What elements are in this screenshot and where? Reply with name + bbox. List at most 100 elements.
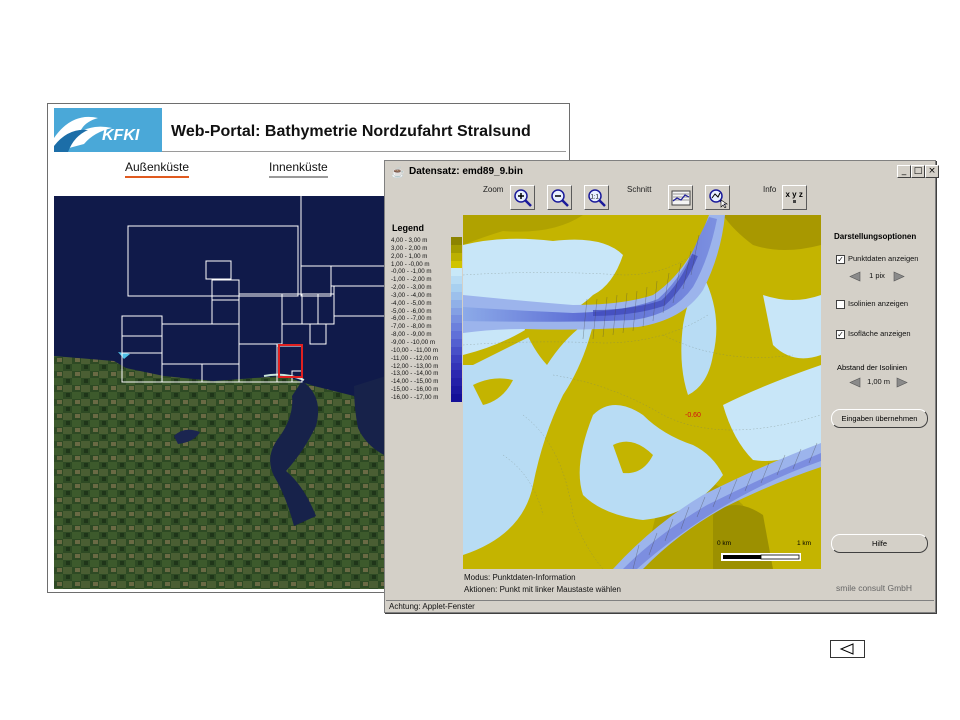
back-button[interactable] — [830, 640, 865, 658]
isolinien-option[interactable]: Isolinien anzeigen — [836, 299, 908, 309]
legend-entry-label: -16,00 - -17,00 m — [391, 393, 439, 401]
copyright-text: smile consult GmbH — [836, 583, 913, 593]
minimize-button[interactable]: _ — [897, 165, 911, 178]
legend-swatch — [451, 378, 462, 387]
legend-entry-label: -7,00 - -8,00 m — [391, 323, 432, 331]
tab-innenkueste[interactable]: Innenküste — [269, 160, 328, 178]
legend-swatch — [451, 393, 462, 402]
legend: 4,00 - 3,00 m 3,00 - 2,00 m 2,00 - 1,00 m1… — [390, 237, 464, 402]
isoflaeche-label: Isofläche anzeigen — [848, 329, 911, 338]
legend-swatch — [451, 252, 462, 261]
arrow-right-icon[interactable] — [896, 377, 909, 388]
isoflaeche-checkbox[interactable]: ✓ — [836, 329, 845, 339]
arrow-left-icon[interactable] — [848, 271, 861, 282]
page-title: Web-Portal: Bathymetrie Nordzufahrt Stra… — [171, 123, 531, 140]
legend-entry-label: -15,00 - -16,00 m — [391, 386, 439, 394]
window-titlebar[interactable]: ☕ Datensatz: emd89_9.bin _ □ × — [387, 163, 939, 181]
xyz-info-icon: x y z — [786, 190, 803, 203]
zoom-reset-button[interactable]: 1:1 — [584, 185, 609, 210]
legend-entry-label: -6,00 - -7,00 m — [391, 315, 432, 323]
isolinien-checkbox[interactable] — [836, 299, 845, 309]
arrow-right-icon[interactable] — [893, 271, 906, 282]
profile-section-icon — [671, 190, 691, 206]
legend-entry-label: -8,00 - -9,00 m — [391, 331, 432, 339]
legend-entry-label: -2,00 - -3,00 m — [391, 284, 432, 292]
arrow-left-icon[interactable] — [848, 377, 861, 388]
legend-entry: -0,00 - -1,00 m — [390, 268, 464, 277]
legend-entry: -1,00 - -2,00 m — [390, 276, 464, 285]
legend-swatch — [451, 244, 462, 253]
legend-entry: -14,00 - -15,00 m — [390, 378, 464, 387]
bathymetry-surface: -0.60 0 km 1 km — [463, 215, 821, 569]
triangle-left-icon — [839, 643, 854, 655]
legend-entry-label: 3,00 - 2,00 m — [391, 244, 428, 252]
info-label: Info — [763, 185, 777, 194]
legend-swatch — [451, 386, 462, 394]
apply-button[interactable]: Eingaben übernehmen — [831, 409, 928, 428]
legend-entry: -13,00 - -14,00 m — [390, 370, 464, 379]
legend-entry: 3,00 - 2,00 m — [390, 244, 464, 253]
legend-entry-label: -14,00 - -15,00 m — [391, 378, 439, 386]
kfki-logo: KFKI — [54, 108, 162, 152]
point-value-label: -0.60 — [685, 412, 701, 419]
zoom-in-icon — [514, 189, 532, 207]
legend-entry-label: -13,00 - -14,00 m — [391, 370, 439, 378]
legend-swatch — [451, 346, 462, 355]
applet-warning-bar: Achtung: Applet-Fenster — [386, 600, 934, 612]
legend-swatch — [451, 331, 462, 339]
legend-entry: -2,00 - -3,00 m — [390, 284, 464, 292]
legend-swatch — [451, 354, 462, 363]
legend-entry: -15,00 - -16,00 m — [390, 386, 464, 394]
legend-swatch — [451, 237, 462, 245]
legend-entry: -7,00 - -8,00 m — [390, 323, 464, 332]
maximize-button[interactable]: □ — [911, 165, 925, 178]
help-button[interactable]: Hilfe — [831, 534, 928, 553]
punktdaten-label: Punktdaten anzeigen — [848, 254, 919, 263]
close-button[interactable]: × — [925, 165, 939, 178]
svg-text:x y z: x y z — [786, 190, 803, 199]
legend-entry-label: -12,00 - -13,00 m — [391, 362, 439, 370]
legend-title: Legend — [392, 223, 425, 233]
legend-swatch — [451, 362, 462, 371]
legend-entry: -5,00 - -6,00 m — [390, 307, 464, 316]
zoom-out-button[interactable] — [547, 185, 572, 210]
legend-swatch — [451, 315, 462, 324]
legend-swatch — [451, 291, 462, 300]
profile-section-button[interactable] — [668, 185, 693, 210]
legend-entry-label: -10,00 - -11,00 m — [391, 346, 439, 354]
legend-entry: -12,00 - -13,00 m — [390, 362, 464, 371]
java-icon: ☕ — [391, 167, 405, 179]
legend-entry-label: 1,00 - -0,00 m — [391, 260, 430, 268]
legend-entry: -10,00 - -11,00 m — [390, 346, 464, 355]
legend-entry: -6,00 - -7,00 m — [390, 315, 464, 324]
legend-entry-label: 4,00 - 3,00 m — [391, 237, 428, 244]
legend-entry-label: -3,00 - -4,00 m — [391, 291, 432, 299]
legend-entry-label: 2,00 - 1,00 m — [391, 252, 428, 260]
isolinien-label: Isolinien anzeigen — [848, 299, 909, 308]
point-size-value: 1 pix — [869, 271, 885, 281]
legend-swatch — [451, 370, 462, 379]
legend-entry: 2,00 - 1,00 m — [390, 252, 464, 261]
legend-entry: 4,00 - 3,00 m — [390, 237, 464, 245]
action-status: Aktionen: Punkt mit linker Maustaste wäh… — [464, 585, 621, 594]
zoom-in-button[interactable] — [510, 185, 535, 210]
scale-end-label: 1 km — [797, 540, 811, 547]
legend-swatch — [451, 299, 462, 308]
point-size-stepper[interactable]: 1 pix — [848, 271, 906, 282]
mode-status: Modus: Punktdaten-Information — [464, 573, 576, 582]
legend-entry-label: -1,00 - -2,00 m — [391, 276, 432, 284]
tab-aussenkueste[interactable]: Außenküste — [125, 160, 190, 178]
punktdaten-checkbox[interactable]: ✓ — [836, 254, 845, 264]
zoom-reset-icon: 1:1 — [588, 189, 606, 207]
bathymetry-map[interactable]: -0.60 0 km 1 km — [463, 215, 821, 569]
xyz-info-button[interactable]: x y z — [782, 185, 807, 210]
svg-text:1:1: 1:1 — [591, 195, 600, 201]
zoom-label: Zoom — [483, 185, 504, 194]
legend-entry: -9,00 - -10,00 m — [390, 338, 464, 347]
isoflaeche-option[interactable]: ✓ Isofläche anzeigen — [836, 329, 911, 339]
punktdaten-option[interactable]: ✓ Punktdaten anzeigen — [836, 254, 918, 264]
section-select-button[interactable] — [705, 185, 730, 210]
satellite-map[interactable] — [54, 196, 386, 589]
legend-entry-label: -5,00 - -6,00 m — [391, 307, 432, 315]
isoline-distance-stepper[interactable]: 1,00 m — [848, 377, 909, 388]
